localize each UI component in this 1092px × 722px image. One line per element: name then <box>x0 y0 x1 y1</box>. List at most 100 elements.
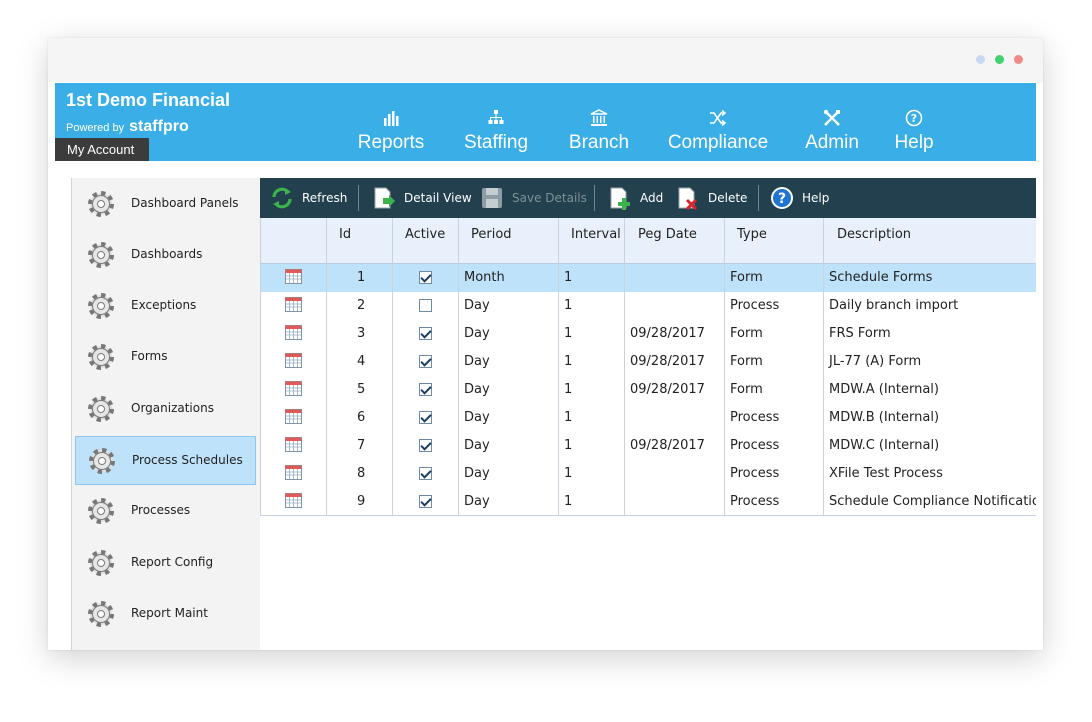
table-row[interactable]: 5 Day 1 09/28/2017 Form MDW.A (Internal) <box>260 376 1036 404</box>
column-divider <box>458 218 459 515</box>
nav-reports[interactable]: Reports <box>354 109 428 154</box>
column-header-interval[interactable]: Interval <box>571 227 621 242</box>
sidebar-item-report-maint[interactable]: Report Maint <box>75 590 256 639</box>
sidebar-item-label: Forms <box>131 349 168 363</box>
window-dot-red[interactable] <box>1014 55 1023 64</box>
table-row[interactable]: 1 Month 1 Form Schedule Forms <box>260 264 1036 292</box>
refresh-label: Refresh <box>302 191 348 205</box>
window-dot-blue[interactable] <box>976 55 985 64</box>
powered-by: Powered by staffpro <box>66 118 189 136</box>
active-checkbox[interactable] <box>419 411 432 424</box>
calendar-icon[interactable] <box>285 437 302 452</box>
active-checkbox[interactable] <box>419 271 432 284</box>
column-divider <box>260 218 261 515</box>
sidebar-item-label: Dashboard Panels <box>131 196 239 210</box>
cell-interval: 1 <box>564 298 573 313</box>
cell-description: XFile Test Process <box>829 466 943 481</box>
sidebar-item-organizations[interactable]: Organizations <box>75 385 256 434</box>
active-checkbox[interactable] <box>419 495 432 508</box>
my-account-button[interactable]: My Account <box>55 138 149 161</box>
nav-branch[interactable]: Branch <box>565 109 633 154</box>
help-button[interactable]: ? Help <box>770 178 834 218</box>
calendar-icon[interactable] <box>285 325 302 340</box>
nav-help[interactable]: ? Help <box>889 109 939 154</box>
grid-header: Id Active Period Interval Peg Date Type … <box>260 218 1036 264</box>
brand-title: 1st Demo Financial <box>66 90 231 110</box>
active-checkbox[interactable] <box>419 355 432 368</box>
cell-type: Form <box>730 326 763 341</box>
help-label: Help <box>802 191 830 205</box>
cell-peg-date: 09/28/2017 <box>630 438 705 453</box>
nav-compliance[interactable]: Compliance <box>663 109 773 154</box>
nav-label: Reports <box>357 132 425 153</box>
cell-id: 7 <box>357 438 366 453</box>
save-details-button[interactable]: Save Details <box>480 178 588 218</box>
active-checkbox[interactable] <box>419 299 432 312</box>
nav-staffing[interactable]: Staffing <box>458 109 534 154</box>
calendar-icon[interactable] <box>285 465 302 480</box>
add-icon <box>610 187 630 210</box>
svg-text:?: ? <box>911 112 917 125</box>
cell-interval: 1 <box>564 466 573 481</box>
sidebar-item-dashboard-panels[interactable]: Dashboard Panels <box>75 180 256 229</box>
table-row[interactable]: 3 Day 1 09/28/2017 Form FRS Form <box>260 320 1036 348</box>
calendar-icon[interactable] <box>285 269 302 284</box>
cell-peg-date: 09/28/2017 <box>630 326 705 341</box>
powered-by-text: Powered by <box>66 122 125 134</box>
cell-type: Process <box>730 494 780 509</box>
detail-view-button[interactable]: Detail View <box>372 178 472 218</box>
column-header-description[interactable]: Description <box>837 227 911 242</box>
active-checkbox[interactable] <box>419 327 432 340</box>
sidebar-item-dashboards[interactable]: Dashboards <box>75 231 256 280</box>
column-header-period[interactable]: Period <box>471 227 512 242</box>
app-window: 1st Demo Financial Powered by staffpro M… <box>48 38 1043 650</box>
help-circle-icon: ? <box>889 109 939 131</box>
column-divider <box>558 218 559 515</box>
table-row[interactable]: 9 Day 1 Process Schedule Compliance Noti… <box>260 488 1036 516</box>
calendar-icon[interactable] <box>285 381 302 396</box>
table-row[interactable]: 2 Day 1 Process Daily branch import <box>260 292 1036 320</box>
active-checkbox[interactable] <box>419 467 432 480</box>
column-divider <box>823 218 824 515</box>
sidebar-item-label: Exceptions <box>131 298 197 312</box>
calendar-icon[interactable] <box>285 353 302 368</box>
calendar-icon[interactable] <box>285 493 302 508</box>
cell-type: Form <box>730 382 763 397</box>
sidebar-item-process-schedules[interactable]: Process Schedules <box>75 436 256 485</box>
cell-period: Day <box>464 382 490 397</box>
cell-interval: 1 <box>564 438 573 453</box>
cell-period: Day <box>464 410 490 425</box>
cell-interval: 1 <box>564 270 573 285</box>
add-button[interactable]: Add <box>608 178 668 218</box>
cell-id: 4 <box>357 354 366 369</box>
nav-admin[interactable]: Admin <box>801 109 863 154</box>
column-header-active[interactable]: Active <box>405 227 445 242</box>
column-divider <box>392 218 393 515</box>
table-row[interactable]: 4 Day 1 09/28/2017 Form JL-77 (A) Form <box>260 348 1036 376</box>
active-checkbox[interactable] <box>419 383 432 396</box>
active-checkbox[interactable] <box>419 439 432 452</box>
cell-interval: 1 <box>564 382 573 397</box>
column-header-peg-date[interactable]: Peg Date <box>638 227 697 242</box>
sidebar-item-forms[interactable]: Forms <box>75 333 256 382</box>
window-dot-green[interactable] <box>995 55 1004 64</box>
refresh-button[interactable]: Refresh <box>268 178 352 218</box>
sidebar-item-label: Report Config <box>131 555 214 569</box>
table-row[interactable]: 6 Day 1 Process MDW.B (Internal) <box>260 404 1036 432</box>
admin-sidebar: Dashboard Panels Dashboards Exceptions F… <box>71 178 261 650</box>
delete-label: Delete <box>708 191 748 205</box>
delete-button[interactable]: Delete <box>676 178 752 218</box>
gear-icon <box>88 550 114 576</box>
table-row[interactable]: 7 Day 1 09/28/2017 Process MDW.C (Intern… <box>260 432 1036 460</box>
cell-period: Day <box>464 354 490 369</box>
sidebar-item-report-config[interactable]: Report Config <box>75 539 256 588</box>
cell-id: 1 <box>357 270 366 285</box>
table-row[interactable]: 8 Day 1 Process XFile Test Process <box>260 460 1036 488</box>
column-header-id[interactable]: Id <box>339 227 351 242</box>
sidebar-item-processes[interactable]: Processes <box>75 487 256 536</box>
sidebar-item-exceptions[interactable]: Exceptions <box>75 282 256 331</box>
calendar-icon[interactable] <box>285 297 302 312</box>
calendar-icon[interactable] <box>285 409 302 424</box>
column-header-type[interactable]: Type <box>737 227 767 242</box>
cell-id: 2 <box>357 298 366 313</box>
